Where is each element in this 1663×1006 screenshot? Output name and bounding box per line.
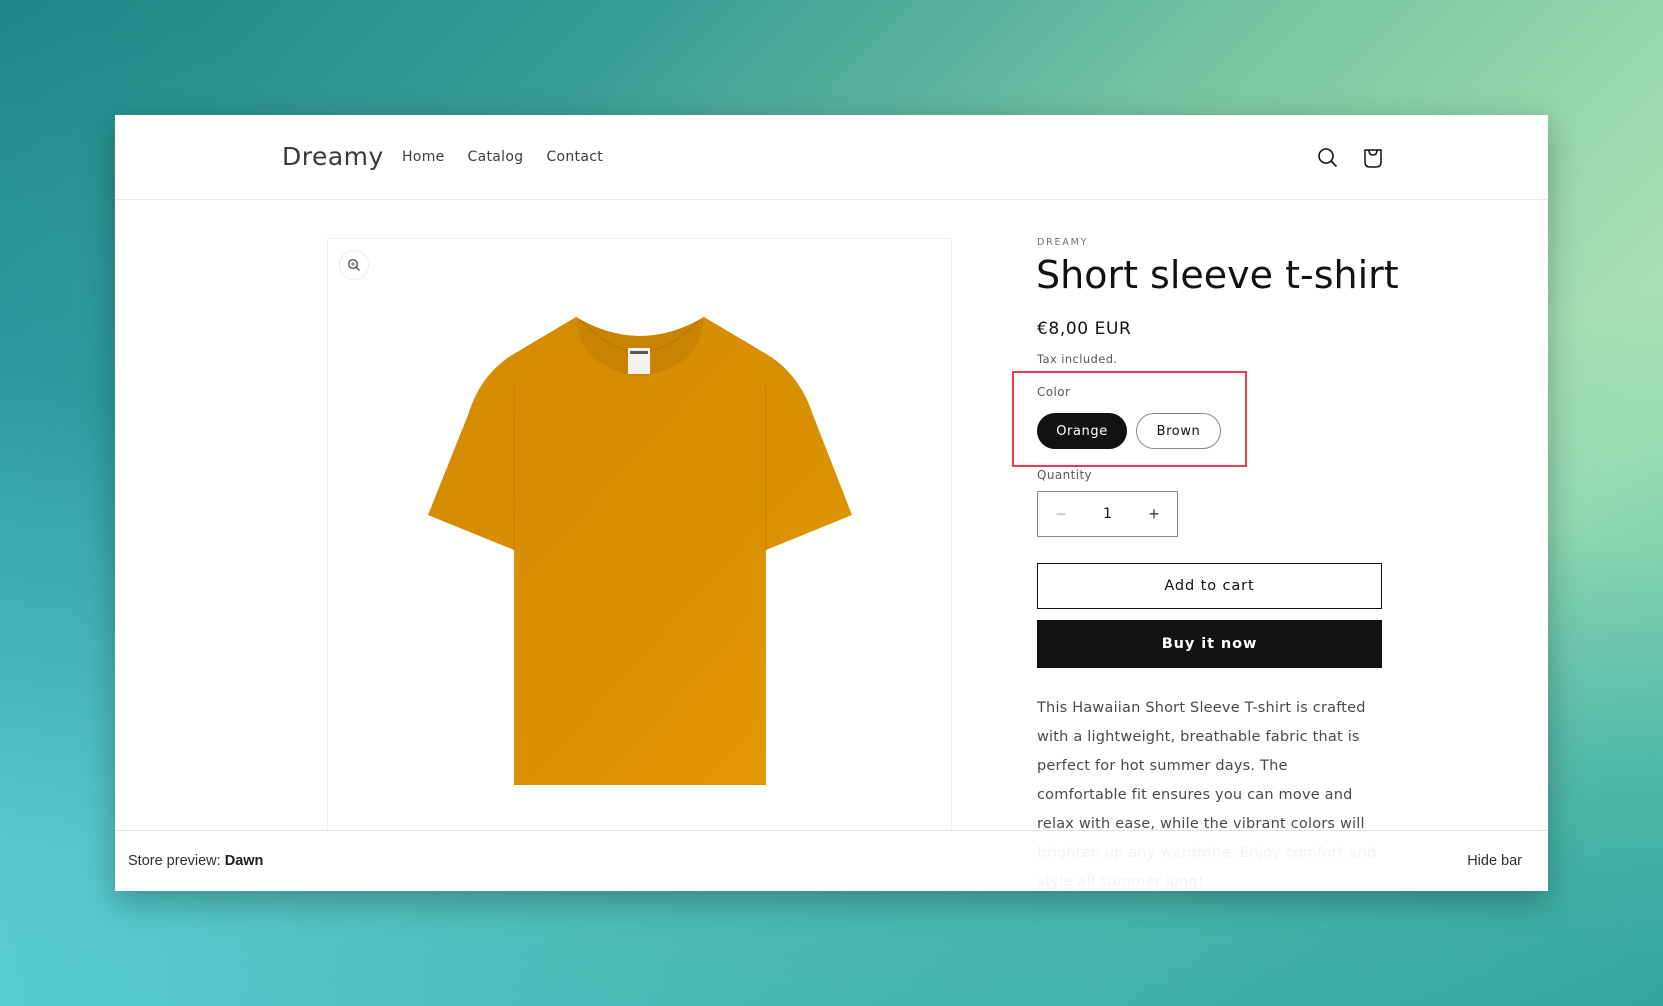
buy-now-button[interactable]: Buy it now xyxy=(1037,620,1382,668)
store-logo[interactable]: Dreamy xyxy=(282,142,384,171)
color-option-brown[interactable]: Brown xyxy=(1136,413,1221,449)
quantity-increase-button[interactable]: + xyxy=(1131,492,1177,536)
preview-prefix: Store preview: xyxy=(128,853,225,869)
add-to-cart-button[interactable]: Add to cart xyxy=(1037,563,1382,609)
quantity-stepper: − + xyxy=(1037,491,1178,537)
nav-home[interactable]: Home xyxy=(402,149,445,165)
product-price: €8,00 EUR xyxy=(1037,319,1132,339)
store-window: Dreamy Home Catalog Contact DREAMY Short… xyxy=(115,115,1548,891)
product-image[interactable] xyxy=(428,315,852,785)
quantity-label: Quantity xyxy=(1037,468,1093,482)
nav-catalog[interactable]: Catalog xyxy=(468,149,524,165)
hide-bar-button[interactable]: Hide bar xyxy=(1467,853,1522,869)
preview-theme-name: Dawn xyxy=(224,853,264,869)
color-options: Orange Brown xyxy=(1037,413,1221,449)
search-button[interactable] xyxy=(1315,145,1341,171)
color-option-orange[interactable]: Orange xyxy=(1037,413,1127,449)
main-nav: Home Catalog Contact xyxy=(402,149,626,165)
tax-note: Tax included. xyxy=(1037,352,1118,366)
cart-button[interactable] xyxy=(1360,145,1386,171)
store-preview-bar: Store preview: Dawn Hide bar xyxy=(115,830,1548,891)
product-media xyxy=(327,238,952,891)
quantity-input[interactable] xyxy=(1084,492,1131,536)
color-label: Color xyxy=(1037,385,1071,399)
preview-label: Store preview: Dawn xyxy=(128,853,263,869)
nav-contact[interactable]: Contact xyxy=(546,149,603,165)
product-title: Short sleeve t-shirt xyxy=(1036,253,1399,297)
zoom-in-icon xyxy=(348,259,360,271)
site-header: Dreamy Home Catalog Contact xyxy=(115,115,1548,200)
product-vendor: DREAMY xyxy=(1037,237,1089,248)
zoom-button[interactable] xyxy=(339,250,369,280)
cart-bag-icon xyxy=(1364,149,1382,168)
quantity-decrease-button[interactable]: − xyxy=(1038,492,1084,536)
search-icon xyxy=(1318,148,1338,168)
